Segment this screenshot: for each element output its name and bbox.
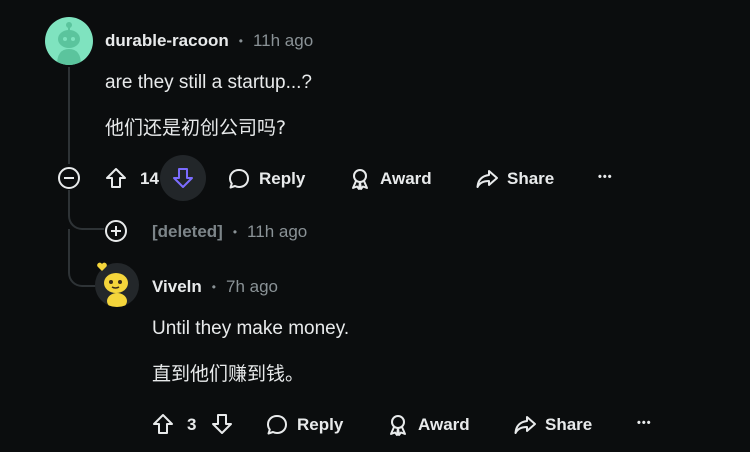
arrow-down-icon: [173, 168, 193, 188]
reply-label: Reply: [259, 169, 306, 188]
deleted-username: [deleted]: [152, 222, 223, 241]
reply-button[interactable]: Reply: [265, 413, 343, 437]
share-button[interactable]: Share: [513, 413, 592, 437]
timestamp[interactable]: 11h ago: [247, 222, 307, 242]
timestamp[interactable]: 11h ago: [253, 31, 313, 51]
comment-bubble-icon: [267, 415, 287, 435]
separator-dot: •: [238, 34, 243, 48]
timestamp[interactable]: 7h ago: [226, 277, 278, 297]
reply-button[interactable]: Reply: [227, 167, 305, 191]
comment-body-zh: 直到他们赚到钱。: [152, 363, 305, 385]
username[interactable]: Viveln: [152, 277, 202, 297]
arrow-up-icon: [153, 414, 173, 434]
share-button[interactable]: Share: [475, 167, 554, 191]
thread-connector-curve: [68, 190, 104, 230]
share-label: Share: [507, 169, 555, 188]
avatar[interactable]: [45, 17, 93, 65]
more-options-button[interactable]: •••: [598, 171, 613, 183]
vote-score: 14: [140, 169, 159, 188]
award-icon: [390, 415, 406, 436]
comment-body-en: are they still a startup...?: [105, 72, 312, 93]
downvote-button-icon-wrap[interactable]: [171, 166, 195, 195]
vote-score: 3: [187, 415, 197, 434]
share-label: Share: [545, 415, 593, 434]
collapse-button[interactable]: [58, 167, 80, 189]
plus-icon: [111, 226, 121, 236]
upvote-button[interactable]: [104, 166, 128, 195]
comment-body-en: Until they make money.: [152, 318, 350, 339]
thread-line: [68, 67, 70, 164]
comment-body-zh: 他们还是初创公司吗?: [105, 117, 287, 139]
heart-icon: [96, 259, 108, 277]
award-label: Award: [418, 415, 470, 434]
comment-header: durable-racoon • 11h ago: [105, 31, 313, 51]
separator-dot: •: [211, 280, 216, 294]
award-icon: [352, 169, 368, 190]
award-button[interactable]: Award: [348, 167, 432, 191]
award-label: Award: [380, 169, 432, 188]
arrow-up-icon: [106, 168, 126, 188]
share-icon: [476, 170, 498, 188]
deleted-comment-header: [deleted] • 11h ago: [152, 222, 307, 242]
expand-button[interactable]: [105, 220, 127, 242]
thread-connector-curve: [68, 229, 96, 287]
upvote-button[interactable]: [151, 412, 175, 441]
downvote-button[interactable]: [210, 412, 234, 441]
snoo-avatar-icon: [57, 22, 81, 65]
reply-label: Reply: [297, 415, 344, 434]
more-options-button[interactable]: •••: [637, 417, 652, 429]
arrow-down-icon: [212, 414, 232, 434]
award-button[interactable]: Award: [386, 413, 470, 437]
minus-icon: [64, 177, 74, 179]
comment-header: Viveln • 7h ago: [152, 277, 278, 297]
share-icon: [514, 416, 536, 434]
username[interactable]: durable-racoon: [105, 31, 229, 51]
comment-bubble-icon: [229, 169, 249, 189]
separator-dot: •: [232, 225, 238, 239]
